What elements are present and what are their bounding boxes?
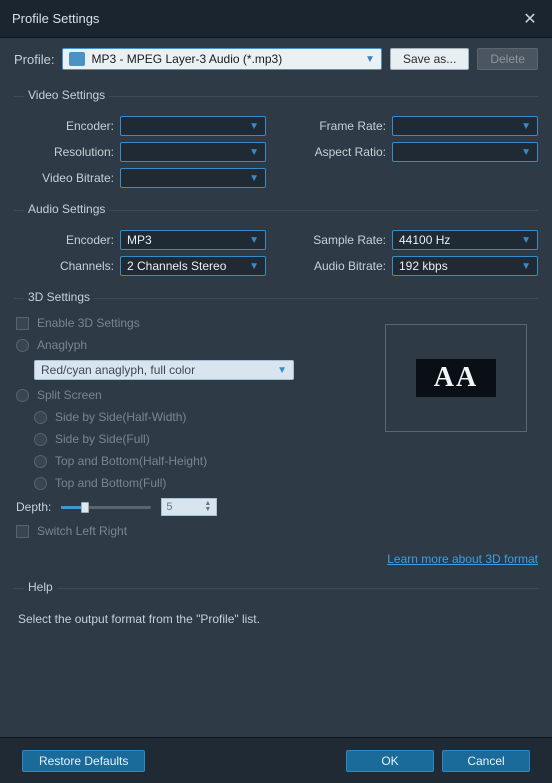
video-encoder-label: Encoder:: [14, 119, 114, 133]
delete-button: Delete: [477, 48, 538, 70]
profile-selected: MP3 - MPEG Layer-3 Audio (*.mp3): [91, 52, 282, 66]
titlebar: Profile Settings ✕: [0, 0, 552, 38]
chevron-down-icon: ▼: [521, 261, 531, 272]
restore-defaults-button[interactable]: Restore Defaults: [22, 750, 145, 772]
chevron-down-icon: ▼: [204, 507, 214, 513]
resolution-label: Resolution:: [14, 145, 114, 159]
cancel-button[interactable]: Cancel: [442, 750, 530, 772]
profile-select[interactable]: MP3 - MPEG Layer-3 Audio (*.mp3) ▼: [62, 48, 381, 70]
audio-bitrate-select[interactable]: 192 kbps▼: [392, 256, 538, 276]
profile-label: Profile:: [14, 52, 54, 67]
save-as-button[interactable]: Save as...: [390, 48, 469, 70]
audio-settings-section: Audio Settings Encoder: MP3▼ Sample Rate…: [14, 202, 538, 276]
audio-encoder-select[interactable]: MP3▼: [120, 230, 266, 250]
sample-rate-select[interactable]: 44100 Hz▼: [392, 230, 538, 250]
depth-label: Depth:: [16, 500, 51, 514]
switch-lr-label: Switch Left Right: [37, 524, 127, 538]
anaglyph-type-select[interactable]: Red/cyan anaglyph, full color▼: [34, 360, 294, 380]
switch-lr-checkbox[interactable]: [16, 525, 29, 538]
frame-rate-select[interactable]: ▼: [392, 116, 538, 136]
help-text: Select the output format from the "Profi…: [18, 612, 260, 626]
video-settings-section: Video Settings Encoder: ▼ Frame Rate: ▼ …: [14, 88, 538, 188]
video-legend: Video Settings: [24, 88, 109, 102]
channels-label: Channels:: [14, 259, 114, 273]
audio-legend: Audio Settings: [24, 202, 109, 216]
preview-text: AA: [434, 362, 478, 394]
frame-rate-label: Frame Rate:: [286, 119, 386, 133]
learn-more-link[interactable]: Learn more about 3D format: [14, 552, 538, 566]
ok-button[interactable]: OK: [346, 750, 434, 772]
help-section: Help Select the output format from the "…: [14, 580, 538, 626]
chevron-down-icon: ▼: [249, 235, 259, 246]
depth-slider[interactable]: [61, 506, 151, 509]
video-bitrate-select[interactable]: ▼: [120, 168, 266, 188]
chevron-down-icon: ▼: [277, 365, 287, 376]
chevron-down-icon: ▼: [521, 121, 531, 132]
audio-encoder-label: Encoder:: [14, 233, 114, 247]
chevron-down-icon: ▼: [249, 173, 259, 184]
anaglyph-label: Anaglyph: [37, 338, 87, 352]
chevron-down-icon: ▼: [249, 147, 259, 158]
profile-row: Profile: MP3 - MPEG Layer-3 Audio (*.mp3…: [0, 38, 552, 84]
chevron-down-icon: ▼: [249, 121, 259, 132]
tab-full-radio[interactable]: [34, 477, 47, 490]
aspect-ratio-select[interactable]: ▼: [392, 142, 538, 162]
audio-bitrate-label: Audio Bitrate:: [286, 259, 386, 273]
sbs-half-label: Side by Side(Half-Width): [55, 410, 186, 424]
sbs-full-label: Side by Side(Full): [55, 432, 150, 446]
tab-half-label: Top and Bottom(Half-Height): [55, 454, 207, 468]
close-button[interactable]: ✕: [520, 9, 540, 29]
chevron-down-icon: ▼: [365, 54, 375, 65]
sbs-full-radio[interactable]: [34, 433, 47, 446]
anaglyph-radio[interactable]: [16, 339, 29, 352]
aspect-ratio-label: Aspect Ratio:: [286, 145, 386, 159]
enable-3d-label: Enable 3D Settings: [37, 316, 140, 330]
threed-preview: AA: [385, 324, 527, 432]
window-title: Profile Settings: [12, 11, 99, 26]
channels-select[interactable]: 2 Channels Stereo▼: [120, 256, 266, 276]
mp3-icon: [69, 52, 85, 66]
slider-thumb-icon[interactable]: [81, 502, 89, 513]
tab-full-label: Top and Bottom(Full): [55, 476, 166, 490]
tab-half-radio[interactable]: [34, 455, 47, 468]
split-screen-radio[interactable]: [16, 389, 29, 402]
sample-rate-label: Sample Rate:: [286, 233, 386, 247]
chevron-down-icon: ▼: [521, 147, 531, 158]
close-icon: ✕: [523, 9, 536, 29]
video-encoder-select[interactable]: ▼: [120, 116, 266, 136]
resolution-select[interactable]: ▼: [120, 142, 266, 162]
split-screen-label: Split Screen: [37, 388, 102, 402]
threed-settings-section: 3D Settings Enable 3D Settings Anaglyph …: [14, 290, 538, 566]
sbs-half-radio[interactable]: [34, 411, 47, 424]
video-bitrate-label: Video Bitrate:: [14, 171, 114, 185]
enable-3d-checkbox[interactable]: [16, 317, 29, 330]
threed-legend: 3D Settings: [24, 290, 94, 304]
depth-spinner[interactable]: 5 ▲▼: [161, 498, 217, 516]
help-legend: Help: [24, 580, 57, 594]
chevron-down-icon: ▼: [521, 235, 531, 246]
footer: Restore Defaults OK Cancel: [0, 737, 552, 783]
chevron-down-icon: ▼: [249, 261, 259, 272]
